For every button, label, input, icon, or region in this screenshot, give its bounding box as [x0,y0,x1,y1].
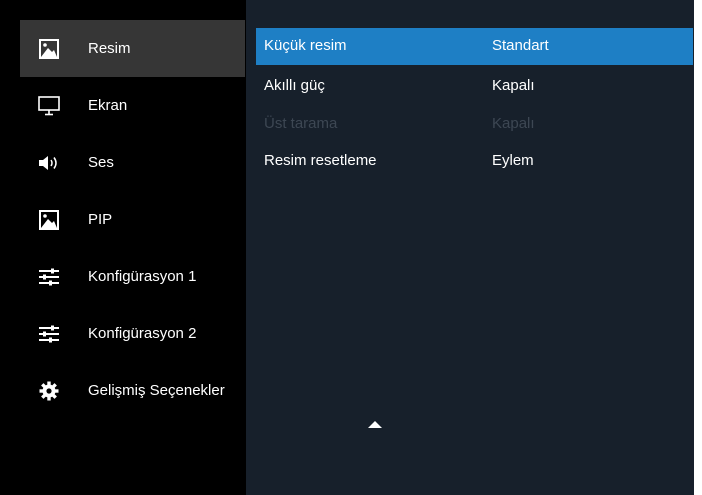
scroll-up-arrow-icon[interactable] [368,421,382,428]
main-menu: Resim Ekran Ses PIP Konfigürasyon 1 Konf… [20,20,245,495]
option-label: Akıllı güç [264,77,325,94]
menu-item-label: Konfigürasyon 2 [88,325,197,342]
menu-item-pip[interactable]: PIP [20,191,245,248]
menu-item-gelismis-secenekler[interactable]: Gelişmiş Seçenekler [20,362,245,419]
gear-icon [38,380,60,402]
submenu-panel: Küçük resim Standart Akıllı güç Kapalı Ü… [246,0,694,495]
menu-item-konfigurasyon-2[interactable]: Konfigürasyon 2 [20,305,245,362]
option-resim-resetleme[interactable]: Resim resetleme Eylem [256,143,693,180]
menu-item-label: PIP [88,211,113,228]
option-value: Kapalı [492,77,535,94]
menu-item-label: Ses [88,154,114,171]
menu-item-label: Resim [88,40,131,57]
menu-item-konfigurasyon-1[interactable]: Konfigürasyon 1 [20,248,245,305]
option-label: Küçük resim [264,37,347,54]
sliders-icon [38,266,60,288]
option-value: Standart [492,37,549,54]
picture-icon [38,38,60,60]
option-label: Üst tarama [264,115,338,132]
menu-item-ekran[interactable]: Ekran [20,77,245,134]
picture-icon [38,209,60,231]
menu-item-ses[interactable]: Ses [20,134,245,191]
menu-item-label: Gelişmiş Seçenekler [88,382,225,399]
osd-menu: Resim Ekran Ses PIP Konfigürasyon 1 Konf… [0,0,694,495]
speaker-icon [38,152,60,174]
monitor-icon [38,95,60,117]
option-kucuk-resim[interactable]: Küçük resim Standart [256,28,693,65]
menu-item-label: Ekran [88,97,128,114]
sliders-icon [38,323,60,345]
menu-item-label: Konfigürasyon 1 [88,268,197,285]
option-value: Eylem [492,152,534,169]
menu-item-resim[interactable]: Resim [20,20,245,77]
option-value: Kapalı [492,115,535,132]
option-ust-tarama: Üst tarama Kapalı [256,106,693,143]
option-akilli-guc[interactable]: Akıllı güç Kapalı [256,69,693,106]
option-label: Resim resetleme [264,152,377,169]
